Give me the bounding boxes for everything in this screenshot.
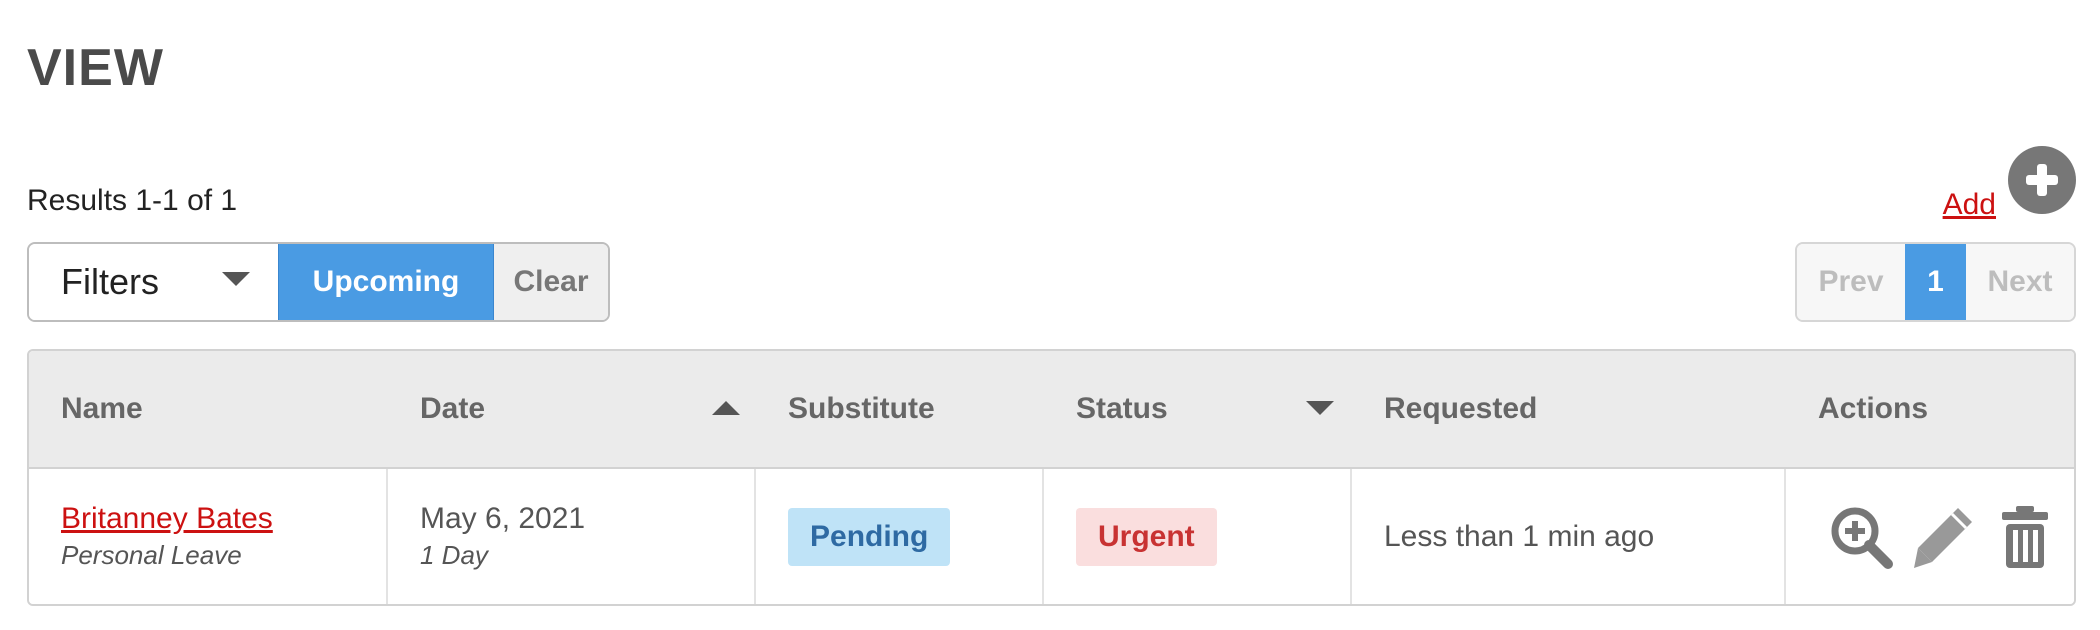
- requested-cell: Less than 1 min ago: [1352, 469, 1786, 604]
- table-row: Britanney Bates Personal Leave May 6, 20…: [29, 469, 2074, 604]
- filters-label: Filters: [61, 261, 159, 302]
- actions-cell: [1786, 469, 2074, 604]
- next-page-button[interactable]: Next: [1966, 244, 2074, 320]
- column-header-requested[interactable]: Requested: [1352, 351, 1786, 467]
- leave-date: May 6, 2021: [420, 502, 586, 535]
- chevron-down-icon: [222, 272, 250, 286]
- leave-type: Personal Leave: [61, 540, 242, 570]
- trash-icon[interactable]: [1990, 502, 2060, 572]
- name-cell: Britanney Bates Personal Leave: [29, 469, 388, 604]
- page-title: VIEW: [27, 39, 164, 97]
- requests-table: Name Date Substitute Status Requested Ac…: [27, 349, 2076, 606]
- table-header: Name Date Substitute Status Requested Ac…: [29, 351, 2074, 469]
- column-header-date-label: Date: [420, 392, 486, 425]
- status-cell: Urgent: [1044, 469, 1352, 604]
- leave-duration: 1 Day: [420, 540, 488, 570]
- status-badge: Urgent: [1076, 507, 1217, 566]
- substitute-status-badge: Pending: [788, 507, 951, 566]
- prev-page-button[interactable]: Prev: [1797, 244, 1905, 320]
- column-header-substitute[interactable]: Substitute: [756, 351, 1044, 467]
- clear-button[interactable]: Clear: [494, 244, 608, 320]
- sort-ascending-icon: [712, 401, 740, 415]
- add-link[interactable]: Add: [1943, 188, 1996, 222]
- pencil-icon[interactable]: [1908, 502, 1978, 572]
- requested-time: Less than 1 min ago: [1384, 519, 1655, 553]
- column-header-actions: Actions: [1818, 392, 1929, 425]
- zoom-in-icon[interactable]: [1826, 502, 1896, 572]
- pagination: Prev 1 Next: [1795, 242, 2076, 322]
- plus-circle-icon[interactable]: [2008, 146, 2076, 214]
- page-number-button[interactable]: 1: [1905, 244, 1966, 320]
- filters-dropdown[interactable]: Filters: [29, 244, 278, 320]
- column-header-status[interactable]: Status: [1044, 351, 1352, 467]
- filter-bar: Filters Upcoming Clear: [27, 242, 610, 322]
- sort-descending-icon: [1306, 401, 1334, 415]
- date-cell: May 6, 2021 1 Day: [388, 469, 756, 604]
- column-header-date[interactable]: Date: [388, 351, 756, 467]
- column-header-name[interactable]: Name: [29, 351, 388, 467]
- column-header-status-label: Status: [1076, 392, 1168, 425]
- substitute-cell: Pending: [756, 469, 1044, 604]
- upcoming-button[interactable]: Upcoming: [278, 244, 494, 320]
- add-control: Add: [1943, 146, 2076, 221]
- employee-name-link[interactable]: Britanney Bates: [61, 502, 386, 536]
- results-count: Results 1-1 of 1: [27, 184, 238, 217]
